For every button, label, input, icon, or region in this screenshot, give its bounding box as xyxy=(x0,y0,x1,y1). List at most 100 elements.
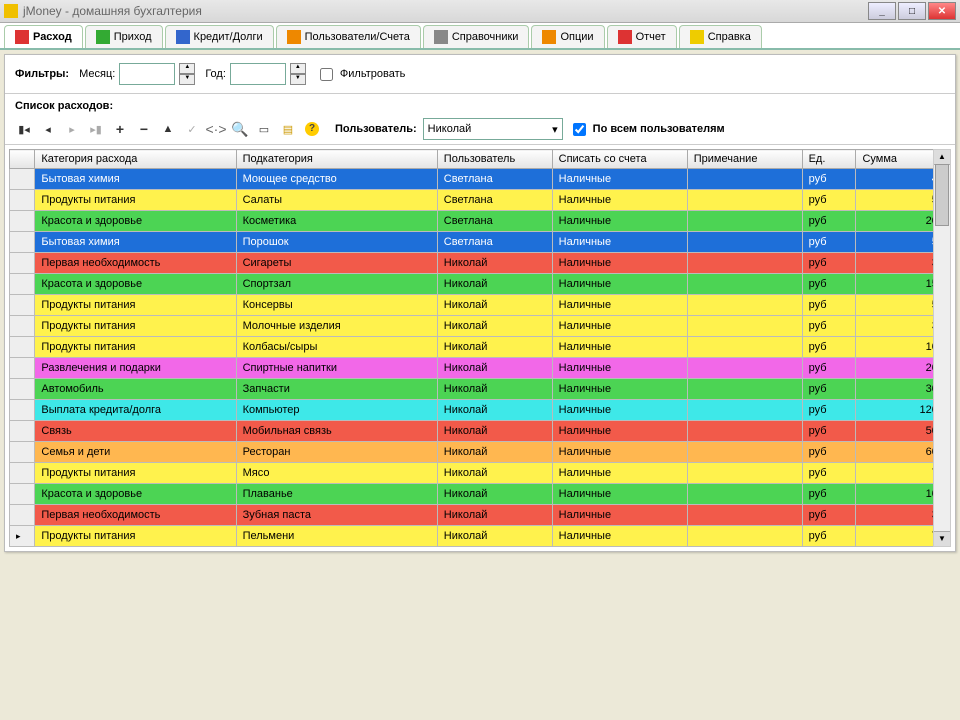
scroll-up-icon[interactable]: ▲ xyxy=(934,150,950,165)
tab-2[interactable]: Кредит/Долги xyxy=(165,25,274,48)
add-record-icon[interactable]: + xyxy=(111,120,129,138)
cell-note xyxy=(687,169,802,190)
minimize-button[interactable]: _ xyxy=(868,2,896,20)
cell-account: Наличные xyxy=(552,505,687,526)
table-row[interactable]: Красота и здоровьеПлаваньеНиколайНаличны… xyxy=(10,484,951,505)
cell-account: Наличные xyxy=(552,379,687,400)
tab-icon xyxy=(542,30,556,44)
grid-wrap: Категория расходаПодкатегорияПользовател… xyxy=(5,145,955,551)
table-row[interactable]: Развлечения и подаркиСпиртные напиткиНик… xyxy=(10,358,951,379)
month-input[interactable] xyxy=(119,63,175,85)
year-down[interactable]: ▼ xyxy=(290,74,306,85)
cell-category: Продукты питания xyxy=(35,337,236,358)
cell-unit: руб xyxy=(802,274,856,295)
cell-subcategory: Мясо xyxy=(236,463,437,484)
cell-subcategory: Ресторан xyxy=(236,442,437,463)
month-up[interactable]: ▲ xyxy=(179,63,195,74)
edit-record-icon[interactable]: ▲ xyxy=(159,120,177,138)
row-marker xyxy=(10,211,35,232)
table-row[interactable]: Продукты питанияПельмениНиколайНаличныер… xyxy=(10,526,951,547)
table-row[interactable]: Продукты питанияМолочные изделияНиколайН… xyxy=(10,316,951,337)
cell-note xyxy=(687,295,802,316)
cell-account: Наличные xyxy=(552,526,687,547)
column-header[interactable]: Пользователь xyxy=(437,150,552,169)
table-row[interactable]: Выплата кредита/долгаКомпьютерНиколайНал… xyxy=(10,400,951,421)
confirm-icon[interactable]: ✓ xyxy=(183,120,201,138)
tab-0[interactable]: Расход xyxy=(4,25,83,48)
table-row[interactable]: Семья и детиРесторанНиколайНаличныеруб60… xyxy=(10,442,951,463)
tab-4[interactable]: Справочники xyxy=(423,25,530,48)
cell-user: Николай xyxy=(437,379,552,400)
filter-checkbox[interactable] xyxy=(320,68,333,81)
table-row[interactable]: СвязьМобильная связьНиколайНаличныеруб50… xyxy=(10,421,951,442)
user-dropdown[interactable]: Николай ▾ xyxy=(423,118,563,140)
row-marker xyxy=(10,316,35,337)
prev-record-icon[interactable]: ◂ xyxy=(39,120,57,138)
all-users-label: По всем пользователям xyxy=(593,123,725,135)
cell-unit: руб xyxy=(802,526,856,547)
table-row[interactable]: Бытовая химияПорошокСветланаНаличныеруб5… xyxy=(10,232,951,253)
tab-icon xyxy=(15,30,29,44)
table-row[interactable]: Красота и здоровьеСпортзалНиколайНаличны… xyxy=(10,274,951,295)
column-header[interactable]: Категория расхода xyxy=(35,150,236,169)
expenses-table[interactable]: Категория расходаПодкатегорияПользовател… xyxy=(9,149,951,547)
cell-user: Николай xyxy=(437,463,552,484)
document-icon[interactable]: ▤ xyxy=(279,120,297,138)
close-button[interactable]: ✕ xyxy=(928,2,956,20)
card-icon[interactable]: ▭ xyxy=(255,120,273,138)
column-header[interactable]: Списать со счета xyxy=(552,150,687,169)
table-row[interactable]: Продукты питанияМясоНиколайНаличныеруб70 xyxy=(10,463,951,484)
cell-category: Красота и здоровье xyxy=(35,484,236,505)
tab-7[interactable]: Справка xyxy=(679,25,762,48)
tab-1[interactable]: Приход xyxy=(85,25,163,48)
scroll-thumb[interactable] xyxy=(935,164,949,226)
first-record-icon[interactable]: ▮◂ xyxy=(15,120,33,138)
tab-6[interactable]: Отчет xyxy=(607,25,677,48)
cell-account: Наличные xyxy=(552,169,687,190)
cell-unit: руб xyxy=(802,505,856,526)
table-row[interactable]: Продукты питанияКонсервыНиколайНаличныер… xyxy=(10,295,951,316)
all-users-checkbox[interactable] xyxy=(573,123,586,136)
column-header[interactable]: Примечание xyxy=(687,150,802,169)
cell-category: Продукты питания xyxy=(35,526,236,547)
column-header[interactable]: Ед. xyxy=(802,150,856,169)
cell-subcategory: Спиртные напитки xyxy=(236,358,437,379)
maximize-button[interactable]: □ xyxy=(898,2,926,20)
cell-subcategory: Молочные изделия xyxy=(236,316,437,337)
cell-account: Наличные xyxy=(552,421,687,442)
scroll-down-icon[interactable]: ▼ xyxy=(934,531,950,546)
tab-label: Опции xyxy=(560,31,593,43)
table-row[interactable]: Первая необходимостьЗубная пастаНиколайН… xyxy=(10,505,951,526)
remove-record-icon[interactable]: − xyxy=(135,120,153,138)
month-down[interactable]: ▼ xyxy=(179,74,195,85)
tab-5[interactable]: Опции xyxy=(531,25,604,48)
table-row[interactable]: Бытовая химияМоющее средствоСветланаНали… xyxy=(10,169,951,190)
cell-account: Наличные xyxy=(552,442,687,463)
table-row[interactable]: АвтомобильЗапчастиНиколайНаличныеруб300 xyxy=(10,379,951,400)
year-input[interactable] xyxy=(230,63,286,85)
year-up[interactable]: ▲ xyxy=(290,63,306,74)
user-selected: Николай xyxy=(428,123,472,135)
next-record-icon[interactable]: ▸ xyxy=(63,120,81,138)
cell-note xyxy=(687,400,802,421)
vertical-scrollbar[interactable]: ▲ ▼ xyxy=(933,149,951,547)
column-header[interactable]: Подкатегория xyxy=(236,150,437,169)
table-row[interactable]: Продукты питанияСалатыСветланаНаличныеру… xyxy=(10,190,951,211)
cell-category: Связь xyxy=(35,421,236,442)
user-label: Пользователь: xyxy=(335,123,417,135)
cell-note xyxy=(687,505,802,526)
table-row[interactable]: Красота и здоровьеКосметикаСветланаНалич… xyxy=(10,211,951,232)
last-record-icon[interactable]: ▸▮ xyxy=(87,120,105,138)
row-marker xyxy=(10,358,35,379)
search-icon[interactable]: 🔍 xyxy=(231,120,249,138)
cell-unit: руб xyxy=(802,484,856,505)
row-marker xyxy=(10,505,35,526)
table-row[interactable]: Первая необходимостьСигаретыНиколайНалич… xyxy=(10,253,951,274)
tab-3[interactable]: Пользователи/Счета xyxy=(276,25,421,48)
titlebar: jMoney - домашняя бухгалтерия _ □ ✕ xyxy=(0,0,960,23)
expand-icon[interactable]: <·> xyxy=(207,120,225,138)
cell-user: Николай xyxy=(437,442,552,463)
table-row[interactable]: Продукты питанияКолбасы/сырыНиколайНалич… xyxy=(10,337,951,358)
cell-subcategory: Моющее средство xyxy=(236,169,437,190)
help-icon[interactable]: ? xyxy=(303,120,321,138)
